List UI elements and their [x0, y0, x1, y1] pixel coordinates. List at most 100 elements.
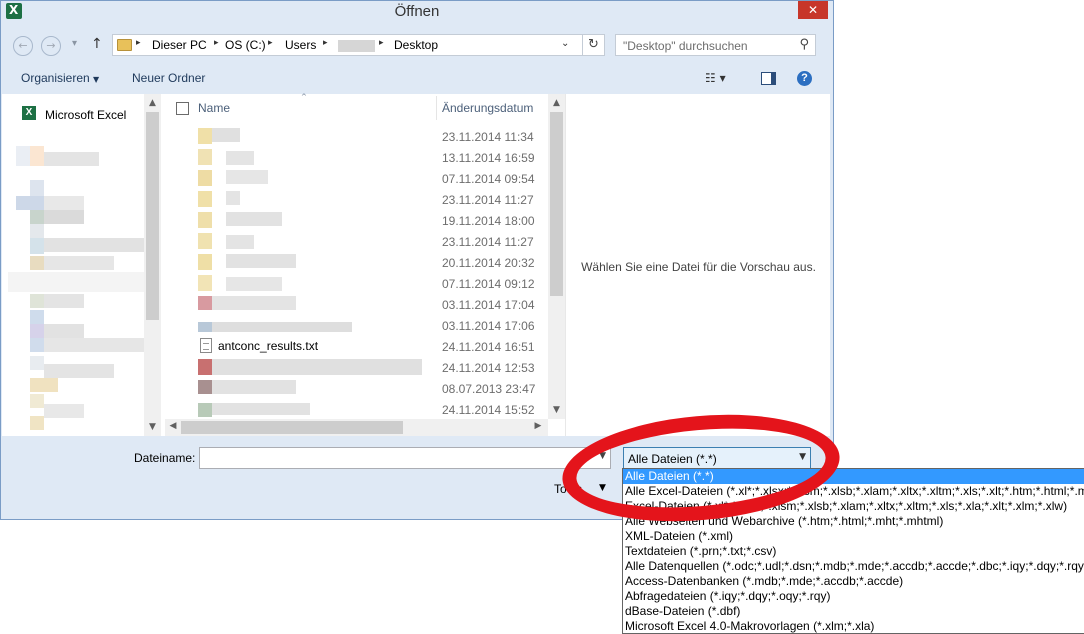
filename-label: Dateiname:: [134, 451, 196, 465]
column-divider[interactable]: [436, 96, 437, 120]
nav-pane-scroll-thumb[interactable]: [146, 112, 159, 320]
back-button[interactable]: ←: [13, 36, 33, 56]
redacted-nav-item: [30, 324, 44, 338]
file-type-option[interactable]: Alle Dateien (*.*): [623, 469, 1084, 484]
tools-arrow-icon[interactable]: ▼: [599, 483, 606, 493]
file-type-option[interactable]: Alle Excel-Dateien (*.xl*;*.xlsx;*.xlsm;…: [623, 484, 1084, 499]
breadcrumb-separator[interactable]: ▸: [268, 38, 273, 48]
forward-button[interactable]: →: [41, 36, 61, 56]
file-row[interactable]: 24.11.2014 12:53: [165, 357, 548, 378]
file-row[interactable]: 23.11.2014 11:27: [165, 231, 548, 252]
file-list-scrollbar[interactable]: ▲ ▼: [548, 94, 565, 419]
file-row[interactable]: 03.11.2014 17:04: [165, 294, 548, 315]
close-button[interactable]: ✕: [798, 1, 828, 19]
recent-locations-chevron-icon[interactable]: ▾: [72, 38, 77, 49]
command-toolbar: Organisieren ▼ Neuer Ordner ☷ ▾ ?: [1, 65, 833, 93]
breadcrumb-drive[interactable]: OS (C:): [225, 38, 266, 52]
file-type-option[interactable]: Textdateien (*.prn;*.txt;*.csv): [623, 544, 1084, 559]
breadcrumb-desktop[interactable]: Desktop: [394, 38, 438, 52]
file-row[interactable]: 20.11.2014 20:32: [165, 252, 548, 273]
column-header-date[interactable]: Änderungsdatum: [442, 101, 533, 115]
scroll-left-arrow-icon[interactable]: ◀: [166, 421, 180, 431]
select-all-checkbox[interactable]: [176, 102, 189, 115]
refresh-icon[interactable]: ↻: [582, 35, 604, 55]
file-icon: [198, 359, 212, 375]
file-date: 07.11.2014 09:12: [442, 277, 535, 291]
nav-item-microsoft-excel[interactable]: Microsoft Excel: [45, 108, 126, 122]
nav-pane-scrollbar[interactable]: ▲ ▼: [144, 94, 161, 436]
scroll-up-arrow-icon[interactable]: ▲: [548, 96, 565, 110]
file-row[interactable]: 19.11.2014 18:00: [165, 210, 548, 231]
file-type-option[interactable]: XML-Dateien (*.xml): [623, 529, 1084, 544]
address-dropdown-icon[interactable]: ⌄: [561, 38, 569, 49]
breadcrumb-separator[interactable]: ▸: [214, 38, 219, 48]
redacted-nav-item: [44, 196, 84, 210]
redacted-nav-item: [44, 238, 144, 252]
file-type-select[interactable]: Alle Dateien (*.*) ▼: [623, 447, 811, 469]
column-header-name[interactable]: Name: [198, 101, 230, 115]
redacted-nav-item: [30, 310, 44, 324]
tools-button[interactable]: Tools: [554, 482, 582, 496]
folder-icon: [198, 170, 212, 186]
file-row[interactable]: 23.11.2014 11:34: [165, 126, 548, 147]
file-row[interactable]: 24.11.2014 15:52: [165, 399, 548, 420]
file-row[interactable]: antconc_results.txt 24.11.2014 16:51: [165, 336, 548, 357]
file-date: 23.11.2014 11:34: [442, 130, 534, 144]
filename-dropdown-icon[interactable]: ▼: [599, 451, 606, 461]
file-row[interactable]: 08.07.2013 23:47: [165, 378, 548, 399]
file-row[interactable]: 13.11.2014 16:59: [165, 147, 548, 168]
redacted-nav-item: [44, 404, 84, 418]
scroll-right-arrow-icon[interactable]: ▶: [531, 421, 545, 431]
up-arrow-icon[interactable]: ↑: [91, 36, 103, 52]
scroll-up-arrow-icon[interactable]: ▲: [144, 96, 161, 110]
search-input[interactable]: "Desktop" durchsuchen: [623, 39, 748, 53]
content-area: X Microsoft Excel ▲ ▼ Name ^ Änderungsda…: [2, 93, 830, 436]
breadcrumb-separator[interactable]: ▸: [379, 38, 384, 48]
file-type-option[interactable]: Microsoft Excel 4.0-Makrovorlagen (*.xlm…: [623, 619, 1084, 633]
preview-pane-icon[interactable]: [761, 72, 776, 85]
redacted-username: [338, 40, 375, 52]
folder-icon: [198, 128, 212, 144]
view-options-icon[interactable]: ☷ ▾: [705, 71, 726, 85]
file-type-option[interactable]: dBase-Dateien (*.dbf): [623, 604, 1084, 619]
organize-button[interactable]: Organisieren ▼: [21, 71, 99, 85]
breadcrumb-separator[interactable]: ▸: [323, 38, 328, 48]
file-type-option[interactable]: Alle Webseiten und Webarchive (*.htm;*.h…: [623, 514, 1084, 529]
redacted-nav-item: [44, 338, 144, 352]
breadcrumb-this-pc[interactable]: Dieser PC: [152, 38, 207, 52]
redacted-nav-item: [44, 152, 99, 166]
file-type-option[interactable]: Alle Datenquellen (*.odc;*.udl;*.dsn;*.m…: [623, 559, 1084, 574]
scroll-down-arrow-icon[interactable]: ▼: [548, 403, 565, 417]
chevron-down-icon[interactable]: ▼: [799, 452, 806, 462]
address-bar[interactable]: ▸ Dieser PC ▸ OS (C:) ▸ Users ▸ ▸ Deskto…: [112, 34, 605, 56]
search-box[interactable]: "Desktop" durchsuchen ⚲: [615, 34, 816, 56]
file-type-option[interactable]: Abfragedateien (*.iqy;*.dqy;*.oqy;*.rqy): [623, 589, 1084, 604]
breadcrumb-users[interactable]: Users: [285, 38, 316, 52]
file-type-option[interactable]: Excel-Dateien (*.xl*;*.xlsx;*.xlsm;*.xls…: [623, 499, 1084, 514]
redacted-file-name: [226, 254, 296, 268]
preview-pane: Wählen Sie eine Datei für die Vorschau a…: [565, 94, 830, 436]
new-folder-button[interactable]: Neuer Ordner: [132, 71, 205, 85]
file-row[interactable]: 07.11.2014 09:12: [165, 273, 548, 294]
organize-arrow-icon: ▼: [93, 75, 100, 84]
horizontal-scroll-thumb[interactable]: [181, 421, 403, 434]
organize-label: Organisieren: [21, 71, 90, 85]
file-row[interactable]: 03.11.2014 17:06: [165, 315, 548, 336]
redacted-file-name: [212, 128, 240, 142]
help-icon[interactable]: ?: [797, 71, 812, 86]
file-row[interactable]: 23.11.2014 11:27: [165, 189, 548, 210]
file-list-scroll-thumb[interactable]: [550, 112, 563, 296]
search-icon[interactable]: ⚲: [799, 37, 809, 52]
redacted-nav-item: [44, 210, 84, 224]
horizontal-scrollbar[interactable]: ◀ ▶: [165, 419, 548, 436]
redacted-nav-item: [44, 294, 84, 308]
file-icon: [198, 380, 212, 394]
scroll-down-arrow-icon[interactable]: ▼: [144, 420, 161, 434]
filename-input[interactable]: ▼: [199, 447, 611, 469]
file-row[interactable]: 07.11.2014 09:54: [165, 168, 548, 189]
file-type-option[interactable]: Access-Datenbanken (*.mdb;*.mde;*.accdb;…: [623, 574, 1084, 589]
file-date: 24.11.2014 15:52: [442, 403, 535, 417]
file-date: 03.11.2014 17:04: [442, 298, 535, 312]
folder-icon: [198, 233, 212, 249]
breadcrumb-separator[interactable]: ▸: [136, 38, 141, 48]
